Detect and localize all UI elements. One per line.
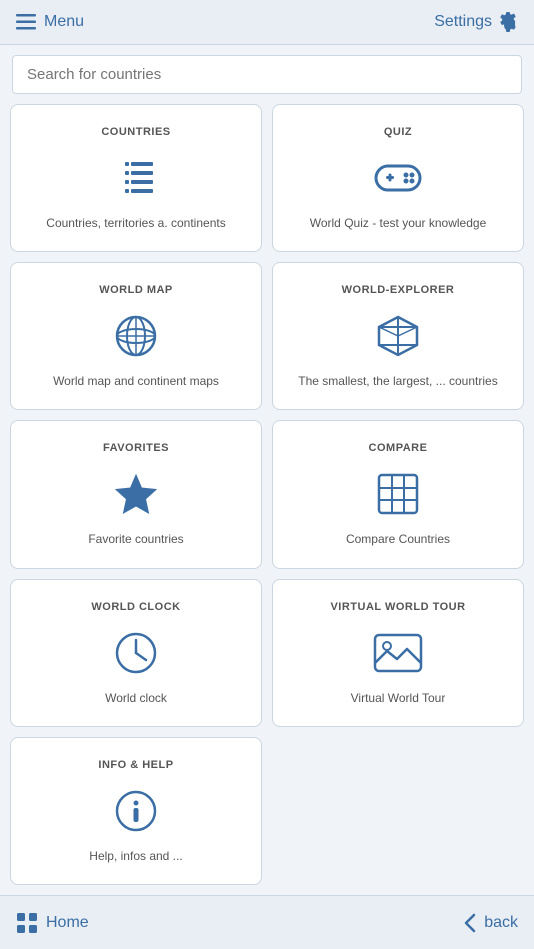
- list-icon: [110, 152, 162, 204]
- search-input[interactable]: [12, 55, 522, 94]
- back-label: back: [484, 914, 518, 932]
- card-compare[interactable]: COMPARE Compare Countries: [272, 420, 524, 568]
- card-favorites[interactable]: FAVORITES Favorite countries: [10, 420, 262, 568]
- card-quiz-title: QUIZ: [384, 126, 412, 138]
- back-button[interactable]: back: [462, 913, 518, 933]
- card-info-help-title: INFO & HELP: [98, 759, 173, 771]
- card-quiz-desc: World Quiz - test your knowledge: [310, 216, 487, 230]
- menu-label: Menu: [44, 13, 84, 31]
- gamepad-icon: [372, 152, 424, 204]
- settings-label: Settings: [434, 13, 492, 31]
- card-quiz[interactable]: QUIZ World Quiz - test your knowledge: [272, 104, 524, 252]
- card-world-explorer[interactable]: WORLD-EXPLORER The smallest, the largest…: [272, 262, 524, 410]
- card-compare-desc: Compare Countries: [346, 532, 450, 546]
- settings-button[interactable]: Settings: [434, 12, 518, 32]
- cube-icon: [372, 310, 424, 362]
- card-world-clock-title: WORLD CLOCK: [91, 601, 180, 613]
- card-world-explorer-desc: The smallest, the largest, ... countries: [298, 374, 497, 388]
- card-favorites-title: FAVORITES: [103, 442, 169, 454]
- info-icon: [110, 785, 162, 837]
- menu-button[interactable]: Menu: [16, 13, 84, 31]
- clock-icon: [110, 627, 162, 679]
- card-compare-title: COMPARE: [369, 442, 428, 454]
- card-world-explorer-title: WORLD-EXPLORER: [342, 284, 455, 296]
- globe-icon: [110, 310, 162, 362]
- card-virtual-world-tour[interactable]: VIRTUAL WORLD TOUR Virtual World Tour: [272, 579, 524, 727]
- chevron-left-icon: [462, 913, 478, 933]
- card-world-clock-desc: World clock: [105, 691, 167, 705]
- star-icon: [110, 468, 162, 520]
- card-virtual-world-tour-title: VIRTUAL WORLD TOUR: [330, 601, 465, 613]
- card-info-help-desc: Help, infos and ...: [89, 849, 182, 863]
- card-world-map[interactable]: WORLD MAP World map and continent maps: [10, 262, 262, 410]
- grid-icon: [372, 468, 424, 520]
- card-countries[interactable]: COUNTRIES Countries, territories a. cont…: [10, 104, 262, 252]
- home-button[interactable]: Home: [16, 912, 89, 934]
- bottom-nav: Home back: [0, 895, 534, 949]
- card-world-map-title: WORLD MAP: [99, 284, 173, 296]
- home-grid-icon: [16, 912, 38, 934]
- card-countries-title: COUNTRIES: [101, 126, 170, 138]
- main-grid: COUNTRIES Countries, territories a. cont…: [0, 104, 534, 895]
- card-world-map-desc: World map and continent maps: [53, 374, 219, 388]
- card-world-clock[interactable]: WORLD CLOCK World clock: [10, 579, 262, 727]
- card-info-help[interactable]: INFO & HELP Help, infos and ...: [10, 737, 262, 885]
- image-icon: [372, 627, 424, 679]
- home-label: Home: [46, 914, 89, 932]
- card-countries-desc: Countries, territories a. continents: [46, 216, 225, 230]
- card-favorites-desc: Favorite countries: [88, 532, 183, 546]
- gear-icon: [498, 12, 518, 32]
- card-virtual-world-tour-desc: Virtual World Tour: [351, 691, 446, 705]
- hamburger-icon: [16, 14, 36, 30]
- header: Menu Settings: [0, 0, 534, 45]
